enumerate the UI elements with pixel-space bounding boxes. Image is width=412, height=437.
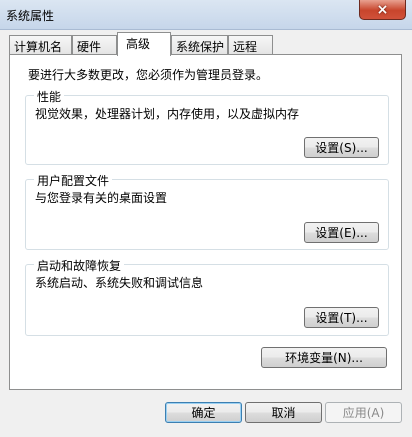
- tab-label: 高级: [126, 37, 151, 51]
- tab-advanced[interactable]: 高级: [117, 32, 171, 56]
- close-button[interactable]: ×: [359, 0, 406, 20]
- tab-system-protection[interactable]: 系统保护: [171, 35, 228, 55]
- performance-group: 性能 视觉效果，处理器计划，内存使用，以及虚拟内存 设置(S)...: [25, 88, 389, 165]
- ok-button[interactable]: 确定: [165, 402, 242, 423]
- tab-remote[interactable]: 远程: [228, 35, 273, 55]
- startup-recovery-legend: 启动和故障恢复: [34, 257, 125, 274]
- apply-button[interactable]: 应用(A): [325, 402, 402, 423]
- tab-label: 远程: [233, 40, 258, 54]
- startup-recovery-desc: 系统启动、系统失败和调试信息: [35, 276, 204, 290]
- user-profiles-desc: 与您登录有关的桌面设置: [35, 191, 168, 205]
- cancel-button[interactable]: 取消: [245, 402, 322, 423]
- tab-computer-name[interactable]: 计算机名: [9, 35, 72, 55]
- tab-label: 计算机名: [14, 40, 63, 54]
- user-profiles-settings-button[interactable]: 设置(E)...: [304, 222, 379, 243]
- performance-legend: 性能: [34, 88, 65, 105]
- startup-recovery-group: 启动和故障恢复 系统启动、系统失败和调试信息 设置(T)...: [25, 257, 389, 336]
- environment-variables-button[interactable]: 环境变量(N)...: [261, 347, 387, 368]
- performance-settings-button[interactable]: 设置(S)...: [304, 137, 379, 158]
- user-profiles-legend: 用户配置文件: [34, 172, 113, 189]
- admin-notice: 要进行大多数更改，您必须作为管理员登录。: [28, 68, 269, 82]
- performance-desc: 视觉效果，处理器计划，内存使用，以及虚拟内存: [35, 107, 300, 121]
- tab-hardware[interactable]: 硬件: [72, 35, 117, 55]
- close-icon: ×: [376, 1, 389, 18]
- user-profiles-group: 用户配置文件 与您登录有关的桌面设置 设置(E)...: [25, 172, 389, 250]
- window-title: 系统属性: [6, 9, 55, 23]
- tab-label: 系统保护: [176, 40, 225, 54]
- startup-recovery-settings-button[interactable]: 设置(T)...: [304, 307, 379, 328]
- tab-label: 硬件: [77, 40, 102, 54]
- tab-panel-advanced: 要进行大多数更改，您必须作为管理员登录。 性能 视觉效果，处理器计划，内存使用，…: [9, 54, 402, 390]
- title-bar: 系统属性 ×: [0, 0, 412, 30]
